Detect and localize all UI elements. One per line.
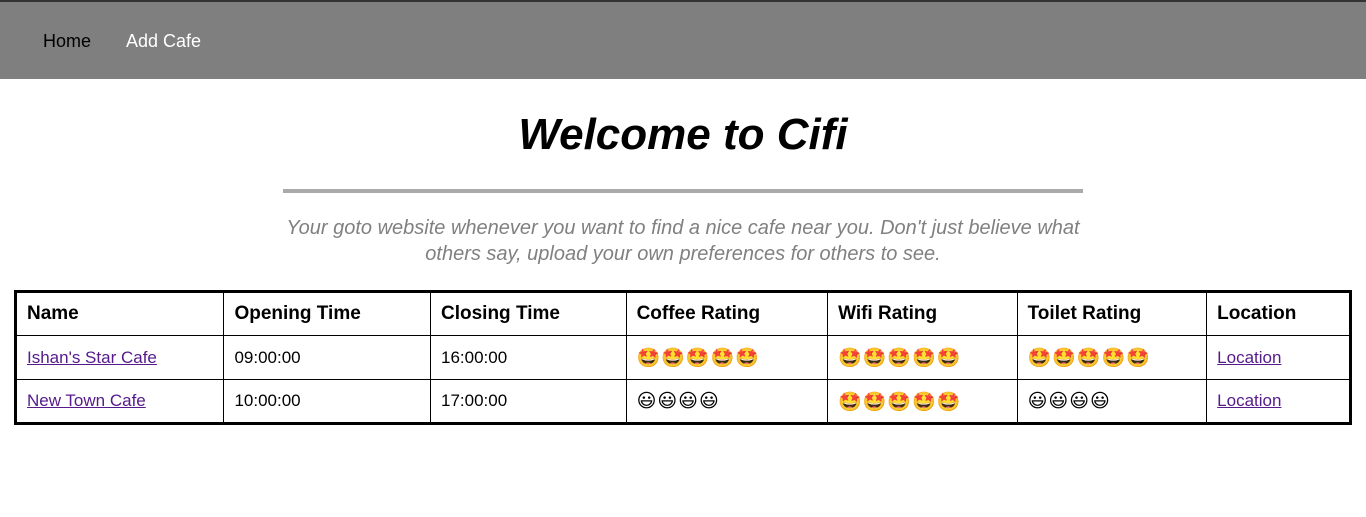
cell-wifi-rating: 🤩🤩🤩🤩🤩 <box>827 379 1018 424</box>
cell-wifi-rating: 🤩🤩🤩🤩🤩 <box>827 335 1018 380</box>
cell-location: Location <box>1206 379 1351 424</box>
cell-location: Location <box>1206 335 1351 380</box>
coffee-rating-emoji: 🤩🤩🤩🤩🤩 <box>636 347 760 369</box>
header-opening-time: Opening Time <box>223 291 431 336</box>
wifi-rating-emoji: 🤩🤩🤩🤩🤩 <box>838 347 962 369</box>
wifi-rating-emoji: 🤩🤩🤩🤩🤩 <box>838 390 962 413</box>
cafes-table: Name Opening Time Closing Time Coffee Ra… <box>14 290 1352 425</box>
cell-toilet-rating: 😃😃😃😃 <box>1016 379 1208 424</box>
header-closing-time: Closing Time <box>430 291 627 336</box>
cell-coffee-rating: 🤩🤩🤩🤩🤩 <box>625 335 829 380</box>
title-divider <box>283 189 1083 193</box>
header-name: Name <box>14 291 225 336</box>
header-wifi-rating: Wifi Rating <box>827 291 1018 336</box>
toilet-rating-emoji: 🤩🤩🤩🤩🤩 <box>1027 347 1151 369</box>
cell-closing-time: 16:00:00 <box>430 335 627 380</box>
toilet-rating-emoji: 😃😃😃😃 <box>1027 390 1111 412</box>
table-row: Ishan's Star Cafe 09:00:00 16:00:00 🤩🤩🤩🤩… <box>14 335 1351 380</box>
location-link[interactable]: Location <box>1217 348 1281 367</box>
coffee-rating-emoji: 😃😃😃😃 <box>636 390 720 412</box>
cell-coffee-rating: 😃😃😃😃 <box>625 379 829 424</box>
navbar: Home Add Cafe <box>0 0 1366 79</box>
page-tagline: Your goto website whenever you want to f… <box>286 217 1080 265</box>
location-link[interactable]: Location <box>1217 391 1281 410</box>
cell-name: New Town Cafe <box>14 379 225 424</box>
header-coffee-rating: Coffee Rating <box>625 291 829 336</box>
nav-add-cafe-link[interactable]: Add Cafe <box>126 31 201 51</box>
cafe-name-link[interactable]: New Town Cafe <box>27 391 146 410</box>
table-row: New Town Cafe 10:00:00 17:00:00 😃😃😃😃 🤩🤩🤩… <box>14 379 1351 424</box>
cell-opening-time: 10:00:00 <box>223 379 431 424</box>
cell-toilet-rating: 🤩🤩🤩🤩🤩 <box>1016 335 1208 380</box>
header-location: Location <box>1206 291 1351 336</box>
cafe-name-link[interactable]: Ishan's Star Cafe <box>27 348 157 367</box>
cell-closing-time: 17:00:00 <box>430 379 627 424</box>
header-toilet-rating: Toilet Rating <box>1016 291 1208 336</box>
cell-name: Ishan's Star Cafe <box>14 335 225 380</box>
cell-opening-time: 09:00:00 <box>223 335 431 380</box>
page-title: Welcome to Cifi <box>518 110 848 159</box>
nav-home-link[interactable]: Home <box>43 31 91 51</box>
table-header-row: Name Opening Time Closing Time Coffee Ra… <box>14 291 1351 336</box>
